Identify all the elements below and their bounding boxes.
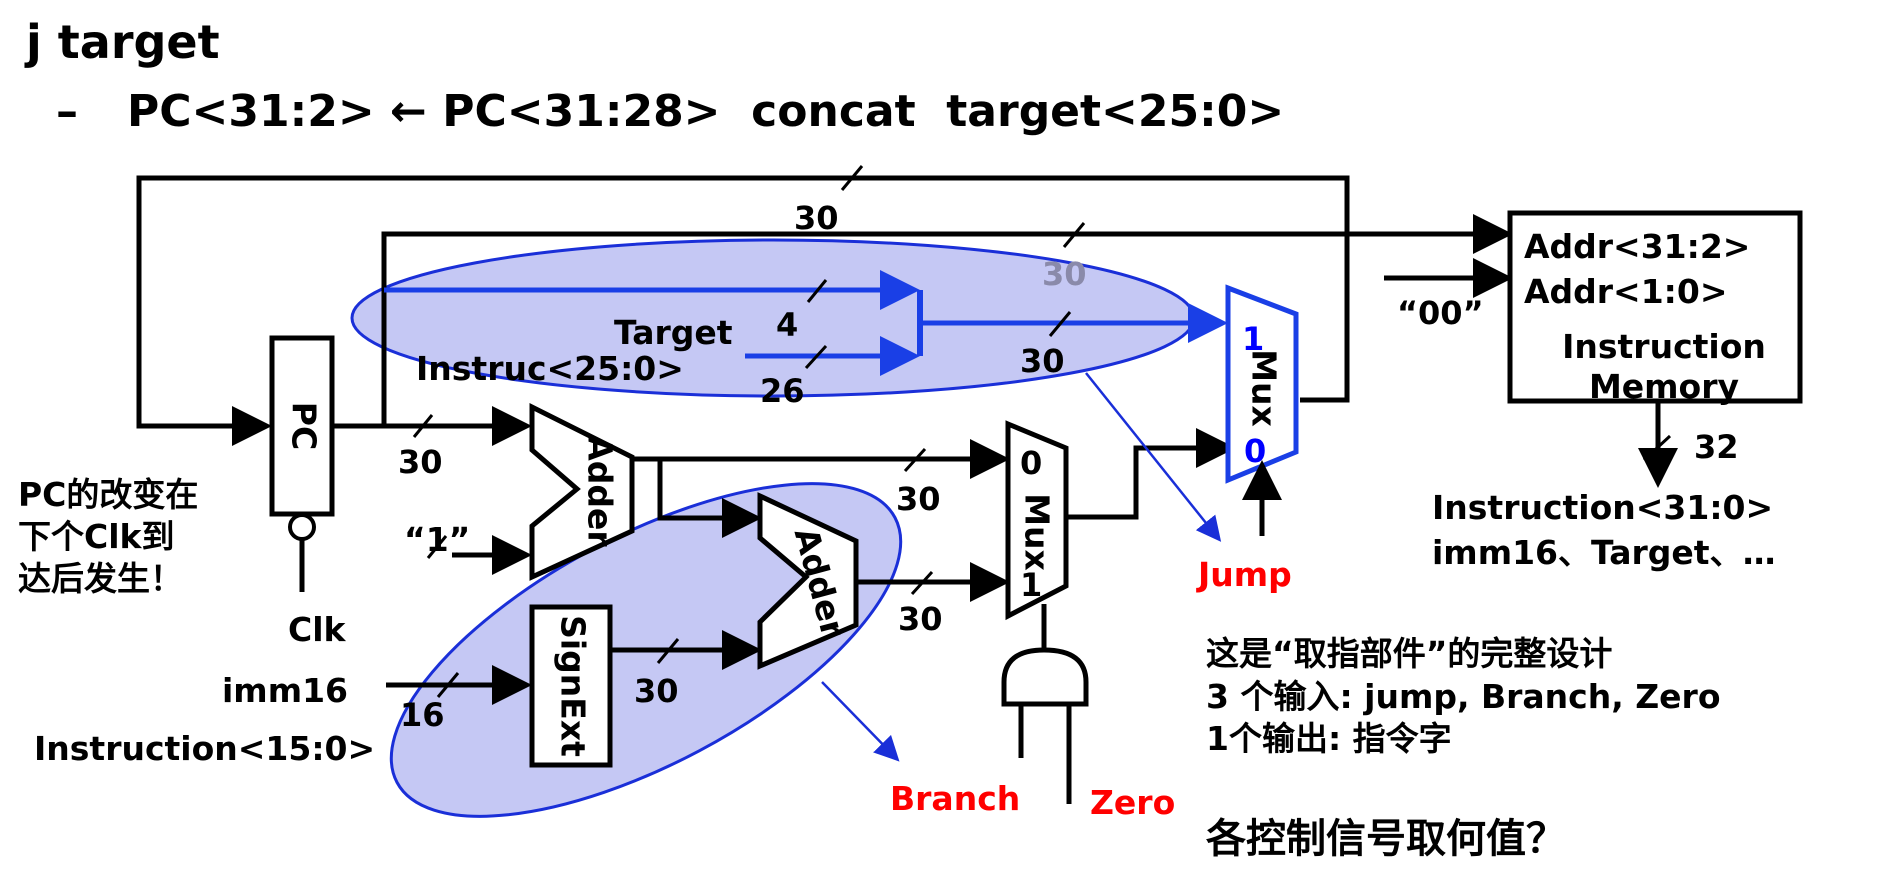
instr-out-label-2: imm16、Target、… [1432, 533, 1776, 572]
width-imm16-in: 16 [400, 696, 445, 734]
imem-title-line-1: Instruction [1562, 327, 1766, 366]
jump-label: Jump [1196, 555, 1292, 594]
instr-15-0-label: Instruction<15:0> [34, 729, 375, 768]
branch-mux-input-1: 1 [1020, 566, 1042, 604]
page-title: j target [24, 15, 220, 69]
subtitle-dash: – [56, 86, 78, 137]
branch-mux-input-0: 0 [1020, 444, 1042, 482]
width-pc-out: 30 [398, 443, 443, 481]
jump-mux-input-0: 0 [1244, 432, 1266, 470]
instr-bus-width: 32 [1694, 428, 1739, 466]
branch-label: Branch [890, 779, 1020, 818]
imm16-label: imm16 [222, 671, 348, 710]
instruc-25-0-label: Instruc<25:0> [416, 349, 684, 388]
zero-label: Zero [1090, 783, 1175, 822]
imem-title-line-2: Memory [1589, 367, 1739, 406]
note-question: 各控制信号取何值？ [1206, 816, 1566, 862]
branch-callout-arrow [821, 681, 900, 762]
width-target-26: 26 [760, 372, 805, 410]
width-adder2-out: 30 [898, 600, 943, 638]
width-concat-out: 30 [1020, 342, 1065, 380]
pc-note-line-2: 下个Clk到 [18, 517, 174, 556]
const-one-label: “1” [404, 520, 470, 559]
const-00-label: “00” [1397, 294, 1484, 332]
pc-note-line-3: 达后发生！ [18, 559, 183, 598]
width-signext-out: 30 [634, 672, 679, 710]
pc-clock-bubble [288, 513, 316, 541]
pc-register-label: PC [285, 402, 324, 450]
jump-callout-arrow [1085, 372, 1222, 542]
note-line-3: 1个输出: 指令字 [1206, 719, 1452, 758]
signext-label: SignExt [554, 615, 593, 757]
note-line-1: 这是“取指部件”的完整设计 [1206, 634, 1612, 673]
instr-out-label-1: Instruction<31:0> [1432, 488, 1773, 527]
imem-addr-1-0-label: Addr<1:0> [1524, 272, 1727, 311]
subtitle-rtl: PC<31:2> ← PC<31:28> concat target<25:0> [127, 86, 1284, 137]
branch-mux-to-jump-mux-wire [1066, 428, 1236, 520]
target-label: Target [614, 313, 733, 352]
imem-addr-31-2-label: Addr<31:2> [1524, 227, 1750, 266]
jump-mux-label: Mux [1245, 349, 1284, 427]
fetch-unit-diagram: j target – PC<31:2> ← PC<31:28> concat t… [18, 15, 1803, 862]
pc-note-line-1: PC的改变在 [18, 475, 198, 514]
width-imem-addr: 30 [1042, 255, 1087, 293]
branch-mux-label: Mux [1018, 493, 1057, 571]
width-target-4: 4 [776, 306, 798, 344]
branch-and-gate [1001, 647, 1089, 707]
note-line-2: 3 个输入: jump, Branch, Zero [1206, 677, 1721, 716]
width-adder1-out: 30 [896, 480, 941, 518]
adder1-label: Adder [581, 435, 620, 547]
width-top-loop: 30 [794, 199, 839, 237]
clk-label: Clk [288, 610, 347, 649]
